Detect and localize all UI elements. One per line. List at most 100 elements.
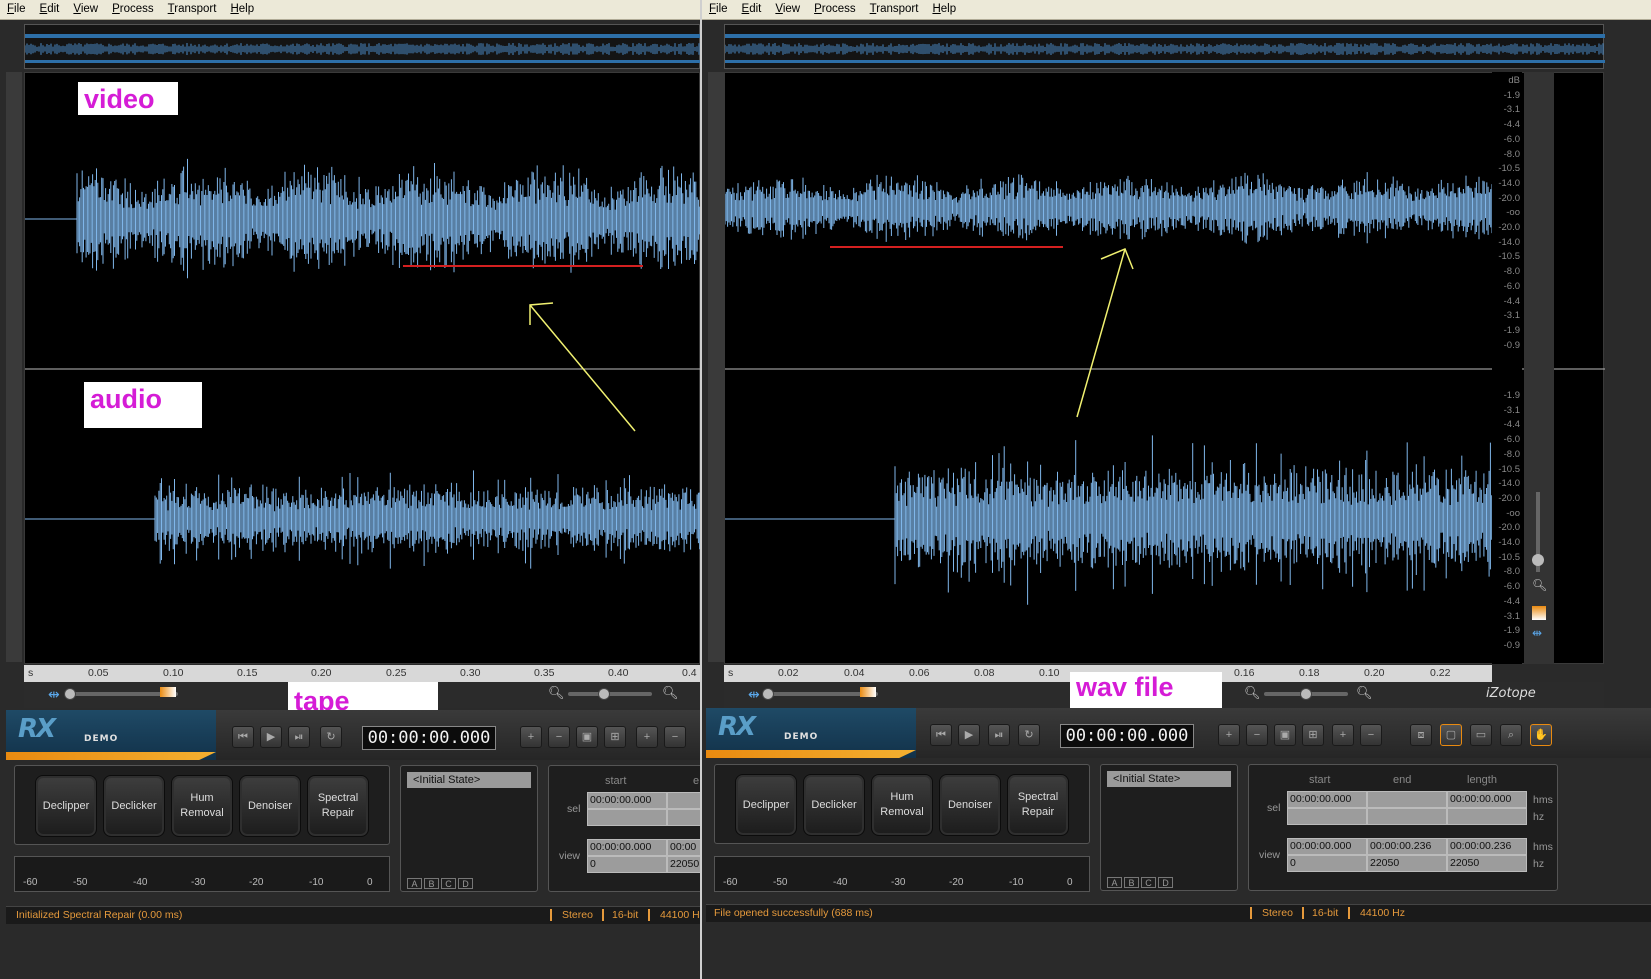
left-vertical-scrollbar[interactable] (708, 72, 724, 662)
history-initial-state[interactable]: <Initial State> (1107, 771, 1231, 787)
waveform-color-icon[interactable] (160, 687, 176, 697)
sel-end-field[interactable] (667, 792, 700, 809)
zoom-in-vertical-button[interactable]: + (636, 726, 658, 748)
spectrum-icon[interactable]: ⇹ (1532, 626, 1542, 640)
rewind-button[interactable]: ⏮ (232, 726, 254, 748)
view-start-field[interactable]: 00:00:00.000 (1287, 838, 1367, 855)
zoom-tool[interactable]: ⌕ (1500, 724, 1522, 746)
play-selection-button[interactable]: ⏯ (288, 726, 310, 748)
horizontal-zoom-knob[interactable] (64, 688, 76, 700)
zoom-in-vertical-button[interactable]: + (1332, 724, 1354, 746)
declipper-button[interactable]: Declipper (35, 775, 97, 837)
vertical-zoom-track[interactable] (568, 692, 652, 696)
sel-end-field[interactable] (1367, 791, 1447, 808)
overview-waveform[interactable] (24, 24, 700, 69)
view-length-hz-field[interactable]: 22050 (1447, 855, 1527, 872)
zoom-out-icon[interactable]: 🔍︎ (1244, 685, 1261, 701)
play-selection-button[interactable]: ⏯ (988, 724, 1010, 746)
sel-start-field[interactable]: 00:00:00.000 (1287, 791, 1367, 808)
zoom-in-icon[interactable]: 🔍︎ (662, 685, 679, 701)
slot-d-button[interactable]: D (458, 878, 473, 889)
zoom-out-icon[interactable]: 🔍︎ (548, 685, 565, 701)
menu-edit[interactable]: Edit (33, 0, 67, 15)
view-start-hz-field[interactable]: 0 (1287, 855, 1367, 872)
declicker-button[interactable]: Declicker (103, 775, 165, 837)
sel-length-field[interactable]: 00:00:00.000 (1447, 791, 1527, 808)
zoom-in-button[interactable]: + (520, 726, 542, 748)
zoom-out-vertical-button[interactable]: − (664, 726, 686, 748)
time-freq-selection-tool[interactable]: ▭ (1470, 724, 1492, 746)
menu-view[interactable]: View (768, 0, 807, 15)
horizontal-zoom-knob[interactable] (762, 688, 774, 700)
spectral-repair-button[interactable]: Spectral Repair (1007, 774, 1069, 836)
zoom-out-button[interactable]: − (1246, 724, 1268, 746)
zoom-fit-button[interactable]: ⊞ (1302, 724, 1324, 746)
declicker-button[interactable]: Declicker (803, 774, 865, 836)
view-end-field[interactable]: 00:00:00.236 (1367, 838, 1447, 855)
slot-a-button[interactable]: A (1107, 877, 1122, 888)
menu-view[interactable]: View (66, 0, 105, 15)
play-button[interactable]: ▶ (260, 726, 282, 748)
waveform-display[interactable] (724, 72, 1605, 664)
zoom-out-button[interactable]: − (548, 726, 570, 748)
slot-b-button[interactable]: B (424, 878, 439, 889)
menu-file[interactable]: File (702, 0, 735, 15)
hand-tool[interactable]: ✋ (1530, 724, 1552, 746)
view-end-field[interactable]: 00:00 (667, 839, 700, 856)
menu-edit[interactable]: Edit (735, 0, 769, 15)
sel-start-field[interactable]: 00:00:00.000 (587, 792, 667, 809)
zoom-selection-button[interactable]: ▣ (576, 726, 598, 748)
waveform-color-icon[interactable] (860, 687, 876, 697)
loop-button[interactable]: ↻ (320, 726, 342, 748)
menu-help[interactable]: Help (223, 0, 261, 15)
view-length-field[interactable]: 00:00:00.236 (1447, 838, 1527, 855)
view-end-hz-field[interactable]: 22050 (667, 856, 700, 873)
sel-start-hz-field[interactable] (587, 809, 667, 826)
play-button[interactable]: ▶ (958, 724, 980, 746)
waveform-display[interactable] (24, 72, 700, 664)
slot-c-button[interactable]: C (1141, 877, 1156, 888)
hum-removal-button[interactable]: Hum Removal (871, 774, 933, 836)
horizontal-zoom-icon[interactable]: ⇹ (748, 686, 760, 703)
menu-help[interactable]: Help (925, 0, 963, 15)
view-end-hz-field[interactable]: 22050 (1367, 855, 1447, 872)
vertical-zoom-knob[interactable] (598, 688, 610, 700)
menu-process[interactable]: Process (105, 0, 161, 15)
denoiser-button[interactable]: Denoiser (939, 774, 1001, 836)
vertical-zoom-in-icon[interactable]: 🔍︎ (1532, 578, 1547, 592)
sel-length-hz-field[interactable] (1447, 808, 1527, 825)
rewind-button[interactable]: ⏮ (930, 724, 952, 746)
horizontal-zoom-icon[interactable]: ⇹ (48, 686, 60, 703)
sel-start-hz-field[interactable] (1287, 808, 1367, 825)
menu-transport[interactable]: Transport (863, 0, 926, 15)
hum-removal-button[interactable]: Hum Removal (171, 775, 233, 837)
sel-end-hz-field[interactable] (1367, 808, 1447, 825)
zoom-in-button[interactable]: + (1218, 724, 1240, 746)
vertical-zoom-knob[interactable] (1532, 554, 1544, 566)
menu-file[interactable]: File (0, 0, 33, 15)
overview-waveform[interactable] (724, 24, 1605, 69)
spectral-repair-button[interactable]: Spectral Repair (307, 775, 369, 837)
menu-transport[interactable]: Transport (161, 0, 224, 15)
loop-button[interactable]: ↻ (1018, 724, 1040, 746)
view-start-hz-field[interactable]: 0 (587, 856, 667, 873)
sel-end-hz-field[interactable] (667, 809, 700, 826)
vertical-zoom-knob[interactable] (1300, 688, 1312, 700)
time-selection-tool[interactable]: ⧈ (1410, 724, 1432, 746)
declipper-button[interactable]: Declipper (735, 774, 797, 836)
history-initial-state[interactable]: <Initial State> (407, 772, 531, 788)
menu-process[interactable]: Process (807, 0, 863, 15)
denoiser-button[interactable]: Denoiser (239, 775, 301, 837)
waveform-color-icon[interactable] (1532, 606, 1546, 620)
freq-selection-tool[interactable]: ▢ (1440, 724, 1462, 746)
left-vertical-scrollbar[interactable] (6, 72, 22, 662)
slot-b-button[interactable]: B (1124, 877, 1139, 888)
zoom-selection-button[interactable]: ▣ (1274, 724, 1296, 746)
zoom-fit-button[interactable]: ⊞ (604, 726, 626, 748)
slot-c-button[interactable]: C (441, 878, 456, 889)
slot-d-button[interactable]: D (1158, 877, 1173, 888)
zoom-out-vertical-button[interactable]: − (1360, 724, 1382, 746)
slot-a-button[interactable]: A (407, 878, 422, 889)
zoom-in-icon[interactable]: 🔍︎ (1356, 685, 1373, 701)
view-start-field[interactable]: 00:00:00.000 (587, 839, 667, 856)
